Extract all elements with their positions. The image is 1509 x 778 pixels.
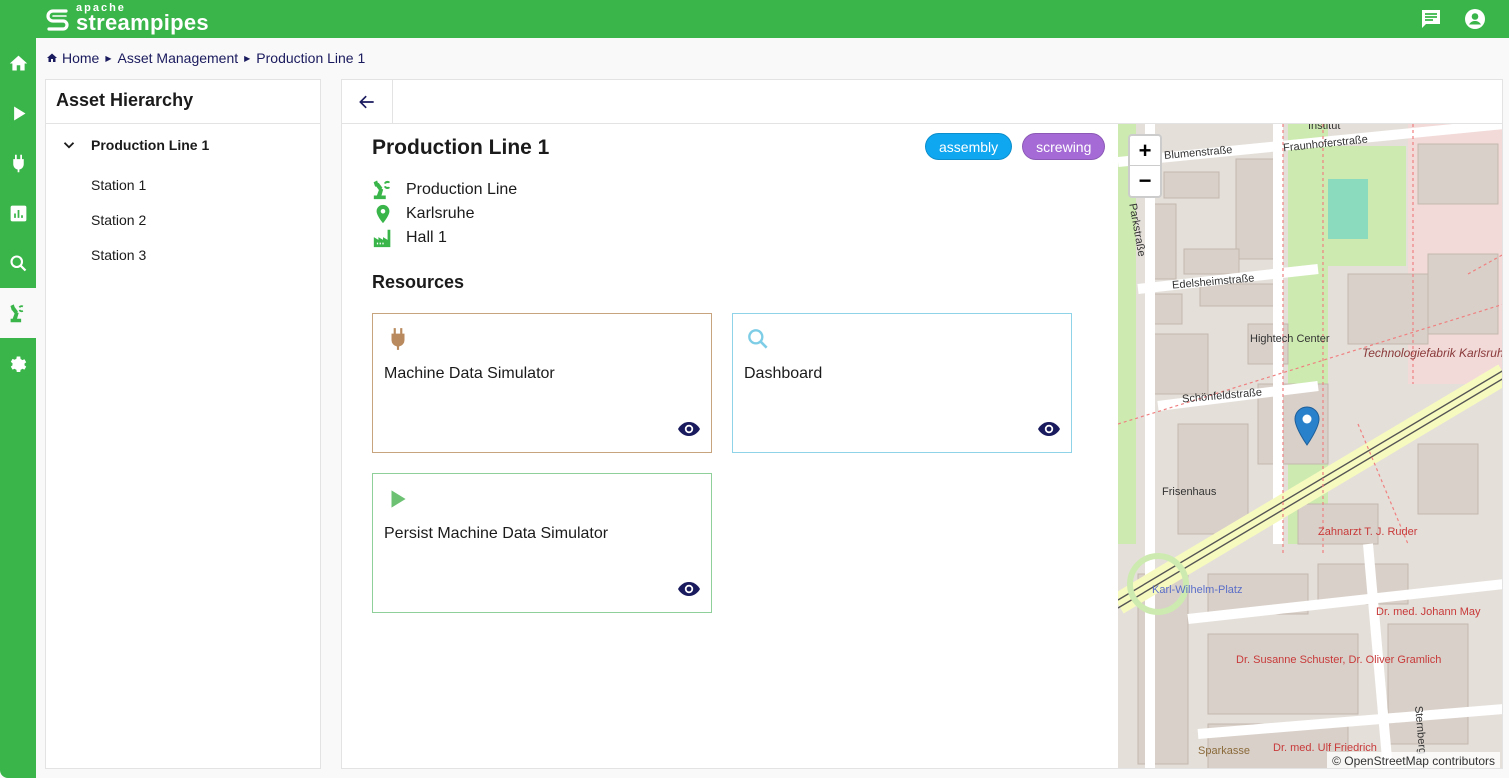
gear-icon [10,356,26,372]
map-label: Frisenhaus [1162,486,1217,498]
asset-hierarchy-panel: Asset Hierarchy Production Line 1 Statio… [45,79,321,769]
breadcrumb-asset-management[interactable]: Asset Management [118,50,239,66]
asset-detail-panel: Production Line 1 assembly screwing Prod… [341,79,1503,769]
eye-icon[interactable] [677,577,701,601]
map-label: Dr. med. Johann May [1376,606,1481,618]
map-label: Sparkasse [1198,745,1250,757]
detail-toolbar [342,80,1502,124]
robot-arm-icon [9,303,23,322]
resources-heading: Resources [372,272,465,292]
map-label: Karl-Wilhelm-Platz [1152,584,1243,596]
location-pin-icon [376,204,390,224]
map-label: Dr. Susanne Schuster, Dr. Oliver Gramlic… [1236,654,1442,666]
plug-icon [12,154,24,172]
breadcrumb-current: Production Line 1 [256,50,366,66]
play-icon [391,490,406,508]
tree-node-station-2[interactable]: Station 2 [91,212,146,228]
tree-node-production-line-1[interactable]: Production Line 1 [60,136,209,154]
nav-configuration[interactable] [0,338,36,388]
home-icon [47,53,57,62]
nav-dashboard[interactable] [0,188,36,238]
asset-area-value: Hall 1 [406,229,447,246]
breadcrumb-home[interactable]: Home [62,50,99,66]
arrow-left-icon [359,95,374,108]
label-chip-assembly[interactable]: assembly [925,133,1013,160]
streampipes-s-icon [46,9,69,31]
asset-title: Production Line 1 [372,136,550,159]
tree-node-station-1[interactable]: Station 1 [91,177,146,193]
home-icon [9,55,27,70]
search-icon [748,329,768,349]
breadcrumb-separator-icon: ▶ [244,53,251,63]
nav-data-explorer[interactable] [0,238,36,288]
nav-pipelines[interactable] [0,88,36,138]
map-label: Technologiefabrik Karlsruhe [1362,346,1503,360]
back-button[interactable] [342,80,393,123]
asset-area: Hall 1 [372,227,447,249]
asset-labels: assembly screwing [925,133,1106,160]
asset-type: Production Line [372,179,517,201]
bar-chart-icon [10,205,26,221]
breadcrumb-separator-icon: ▶ [105,53,112,63]
nav-asset-management[interactable] [0,288,36,338]
map-marker-icon[interactable] [1294,406,1320,446]
asset-type-value: Production Line [406,181,518,198]
search-icon [9,254,26,271]
brand-name: streampipes [76,10,209,35]
robot-arm-icon [373,180,391,200]
breadcrumb: Home ▶ Asset Management ▶ Production Lin… [46,50,365,66]
resource-label: Dashboard [744,365,823,382]
map-label: Institut [1308,124,1341,132]
streampipes-logo[interactable]: apache streampipes [44,2,209,36]
asset-hierarchy-title: Asset Hierarchy [46,80,320,124]
resource-card-dashboard[interactable]: Dashboard [732,313,1072,453]
tree-node-station-3[interactable]: Station 3 [91,247,146,263]
resource-label: Persist Machine Data Simulator [384,525,609,542]
account-circle-icon[interactable] [1463,7,1487,31]
label-chip-screwing[interactable]: screwing [1022,133,1106,160]
map-tiles [1118,124,1502,768]
map-attribution[interactable]: © OpenStreetMap contributors [1327,752,1500,768]
asset-location: Karlsruhe [372,203,474,225]
resource-card-pipeline[interactable]: Persist Machine Data Simulator [372,473,712,613]
plug-icon [391,328,405,350]
map-zoom-control: + − [1128,134,1162,198]
nav-home[interactable] [0,38,36,88]
eye-icon[interactable] [1037,417,1061,441]
map-zoom-out-button[interactable]: − [1130,166,1160,196]
top-bar: apache streampipes [0,0,1509,38]
resource-card-adapter[interactable]: Machine Data Simulator [372,313,712,453]
play-icon [13,106,25,120]
map-label: Hightech Center [1250,333,1330,345]
map-label: Zahnarzt T. J. Ruder [1318,526,1418,538]
main-navigation [0,38,36,778]
tree-node-label: Production Line 1 [91,137,210,153]
map-zoom-in-button[interactable]: + [1130,136,1160,166]
nav-connect[interactable] [0,138,36,188]
factory-icon [373,229,391,248]
eye-icon[interactable] [677,417,701,441]
asset-location-map[interactable]: Fraunhoferstraße Blumenstraße Parkstraße… [1118,124,1503,768]
notifications-chat-icon[interactable] [1419,7,1443,31]
chevron-down-icon[interactable] [60,136,78,154]
asset-location-value: Karlsruhe [406,205,475,222]
resource-label: Machine Data Simulator [384,365,555,382]
